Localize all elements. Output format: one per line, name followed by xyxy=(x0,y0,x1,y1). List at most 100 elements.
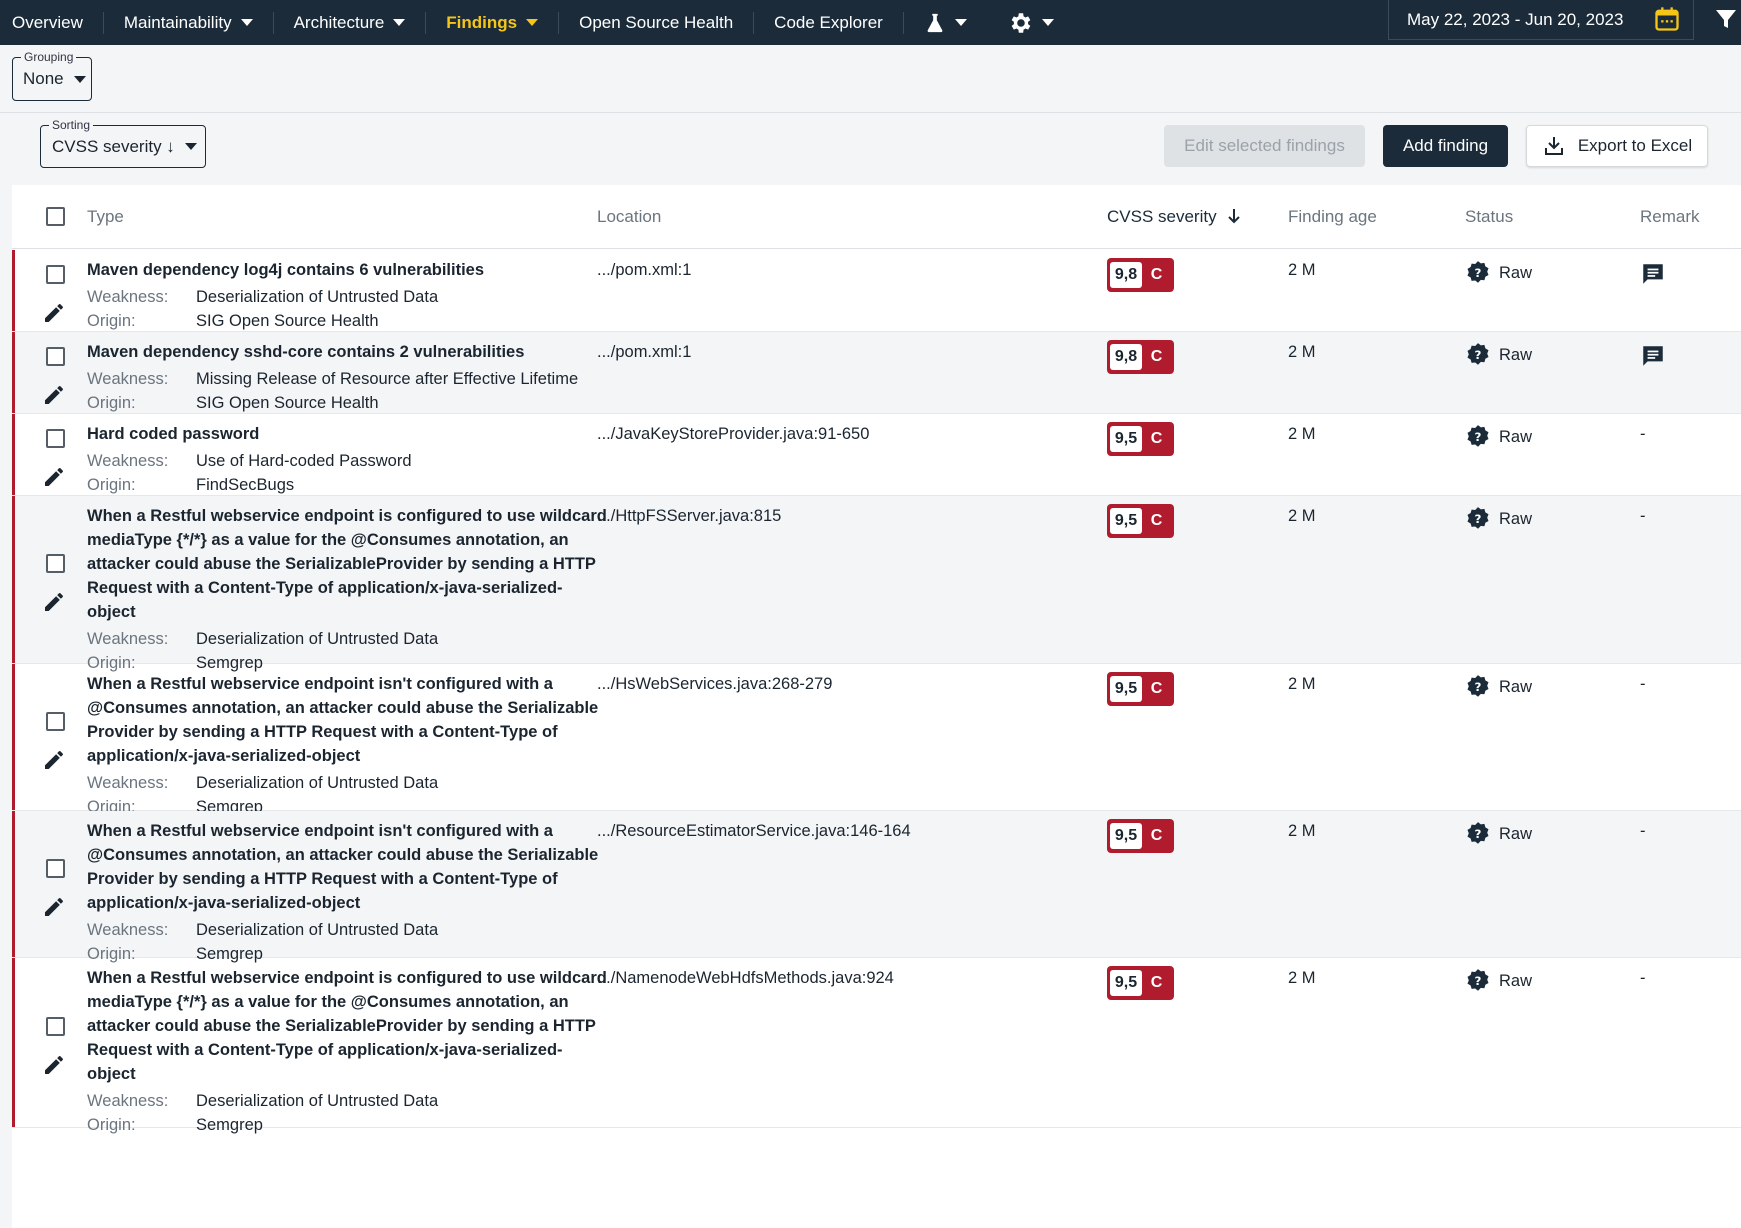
table-row[interactable]: When a Restful webservice endpoint isn't… xyxy=(12,664,1741,816)
pencil-icon[interactable] xyxy=(42,465,66,489)
finding-title[interactable]: Maven dependency log4j contains 6 vulner… xyxy=(87,258,607,282)
finding-location[interactable]: .../pom.xml:1 xyxy=(597,343,691,362)
flask-icon xyxy=(927,13,943,32)
nav-overview[interactable]: Overview xyxy=(0,0,103,45)
origin-label: Origin: xyxy=(87,1116,136,1134)
nav-label: Architecture xyxy=(293,12,385,32)
finding-location[interactable]: .../JavaKeyStoreProvider.java:91-650 xyxy=(597,425,869,444)
pencil-icon[interactable] xyxy=(42,383,66,407)
pencil-icon[interactable] xyxy=(42,895,66,919)
download-icon xyxy=(1544,137,1563,155)
finding-age: 2 M xyxy=(1288,507,1316,525)
status-label: Raw xyxy=(1499,427,1533,446)
row-checkbox[interactable] xyxy=(46,265,65,284)
severity-score: 9,5 xyxy=(1110,676,1142,702)
header-type[interactable]: Type xyxy=(87,207,124,227)
finding-location[interactable]: .../HsWebServices.java:268-279 xyxy=(597,675,832,694)
severity-badge: 9,5 C xyxy=(1107,422,1174,456)
comment-icon[interactable] xyxy=(1640,261,1666,287)
date-range-picker[interactable]: May 22, 2023 - Jun 20, 2023 xyxy=(1388,0,1694,40)
nav-findings[interactable]: Findings xyxy=(426,0,558,45)
severity-badge: 9,5 C xyxy=(1107,672,1174,706)
add-finding-button[interactable]: Add finding xyxy=(1383,125,1508,167)
finding-location[interactable]: .../pom.xml:1 xyxy=(597,261,691,280)
finding-age: 2 M xyxy=(1288,425,1316,443)
header-cvss-severity[interactable]: CVSS severity xyxy=(1107,207,1241,227)
pencil-icon[interactable] xyxy=(42,301,66,325)
finding-status[interactable]: ? Raw xyxy=(1465,342,1532,368)
header-status[interactable]: Status xyxy=(1465,207,1513,227)
finding-title[interactable]: When a Restful webservice endpoint isn't… xyxy=(87,819,607,915)
finding-status[interactable]: ? Raw xyxy=(1465,424,1532,450)
nav-label: Findings xyxy=(446,12,518,32)
table-row[interactable]: When a Restful webservice endpoint is co… xyxy=(12,958,1741,1134)
finding-age: 2 M xyxy=(1288,822,1316,840)
row-checkbox[interactable] xyxy=(46,347,65,366)
header-label: CVSS severity xyxy=(1107,207,1217,226)
grouping-select[interactable]: Grouping None xyxy=(12,50,92,101)
severity-grade: C xyxy=(1150,680,1163,697)
row-checkbox[interactable] xyxy=(46,712,65,731)
row-checkbox[interactable] xyxy=(46,1017,65,1036)
weakness-label: Weakness: xyxy=(87,452,169,470)
nav-lab-menu[interactable] xyxy=(904,0,987,45)
finding-location[interactable]: .../ResourceEstimatorService.java:146-16… xyxy=(597,822,911,841)
table-row[interactable]: Maven dependency log4j contains 6 vulner… xyxy=(12,250,1741,332)
comment-icon[interactable] xyxy=(1640,343,1666,369)
nav-open-source-health[interactable]: Open Source Health xyxy=(559,0,753,45)
row-checkbox[interactable] xyxy=(46,859,65,878)
status-label: Raw xyxy=(1499,509,1533,528)
severity-score: 9,5 xyxy=(1110,970,1142,996)
nav-label: Maintainability xyxy=(123,12,232,32)
finding-title[interactable]: When a Restful webservice endpoint is co… xyxy=(87,966,607,1086)
svg-text:?: ? xyxy=(1475,827,1482,841)
finding-status[interactable]: ? Raw xyxy=(1465,506,1532,532)
finding-title[interactable]: Hard coded password xyxy=(87,422,607,446)
finding-location[interactable]: .../HttpFSServer.java:815 xyxy=(597,507,781,526)
finding-status[interactable]: ? Raw xyxy=(1465,674,1532,700)
pencil-icon[interactable] xyxy=(42,590,66,614)
svg-text:?: ? xyxy=(1475,266,1482,280)
pencil-icon[interactable] xyxy=(42,1053,66,1077)
select-all-checkbox[interactable] xyxy=(46,207,65,226)
table-row[interactable]: Hard coded password Weakness: Use of Hard… xyxy=(12,414,1741,496)
weakness-value: Deserialization of Untrusted Data xyxy=(196,288,439,306)
help-badge-icon: ? xyxy=(1467,969,1489,991)
finding-title[interactable]: When a Restful webservice endpoint is co… xyxy=(87,504,607,624)
finding-status[interactable]: ? Raw xyxy=(1465,821,1532,847)
header-finding-age[interactable]: Finding age xyxy=(1288,207,1377,227)
finding-origin: Origin: SIG Open Source Health xyxy=(87,309,379,333)
pencil-icon[interactable] xyxy=(42,748,66,772)
finding-weakness: Weakness: Missing Release of Resource aft… xyxy=(87,367,578,391)
origin-label: Origin: xyxy=(87,312,136,330)
findings-toolbar: Sorting CVSS severity ↓ Edit selected fi… xyxy=(12,113,1741,185)
header-location[interactable]: Location xyxy=(597,207,661,227)
finding-title[interactable]: Maven dependency sshd-core contains 2 vu… xyxy=(87,340,607,364)
nav-code-explorer[interactable]: Code Explorer xyxy=(754,0,903,45)
status-label: Raw xyxy=(1499,677,1533,696)
row-checkbox[interactable] xyxy=(46,429,65,448)
finding-weakness: Weakness: Use of Hard-coded Password xyxy=(87,449,412,473)
table-row[interactable]: When a Restful webservice endpoint is co… xyxy=(12,496,1741,672)
nav-settings-menu[interactable] xyxy=(987,0,1074,45)
table-row[interactable]: Maven dependency sshd-core contains 2 vu… xyxy=(12,332,1741,414)
finding-title[interactable]: When a Restful webservice endpoint isn't… xyxy=(87,672,607,768)
table-row[interactable]: When a Restful webservice endpoint isn't… xyxy=(12,811,1741,963)
finding-status[interactable]: ? Raw xyxy=(1465,260,1532,286)
help-badge-icon: ? xyxy=(1467,822,1489,844)
row-checkbox[interactable] xyxy=(46,554,65,573)
finding-status[interactable]: ? Raw xyxy=(1465,968,1532,994)
remark-value: - xyxy=(1640,969,1646,987)
chevron-down-icon xyxy=(184,143,197,150)
finding-location[interactable]: .../NamenodeWebHdfsMethods.java:924 xyxy=(597,969,894,988)
finding-age: 2 M xyxy=(1288,261,1316,279)
header-remark[interactable]: Remark xyxy=(1640,207,1700,227)
finding-weakness: Weakness: Deserialization of Untrusted Da… xyxy=(87,285,438,309)
export-to-excel-button[interactable]: Export to Excel xyxy=(1526,125,1708,167)
severity-grade: C xyxy=(1150,430,1163,447)
sorting-select[interactable]: Sorting CVSS severity ↓ xyxy=(40,118,206,168)
nav-architecture[interactable]: Architecture xyxy=(274,0,426,45)
nav-maintainability[interactable]: Maintainability xyxy=(104,0,273,45)
filter-icon[interactable] xyxy=(1714,6,1738,32)
sorting-value: CVSS severity ↓ xyxy=(52,136,175,156)
